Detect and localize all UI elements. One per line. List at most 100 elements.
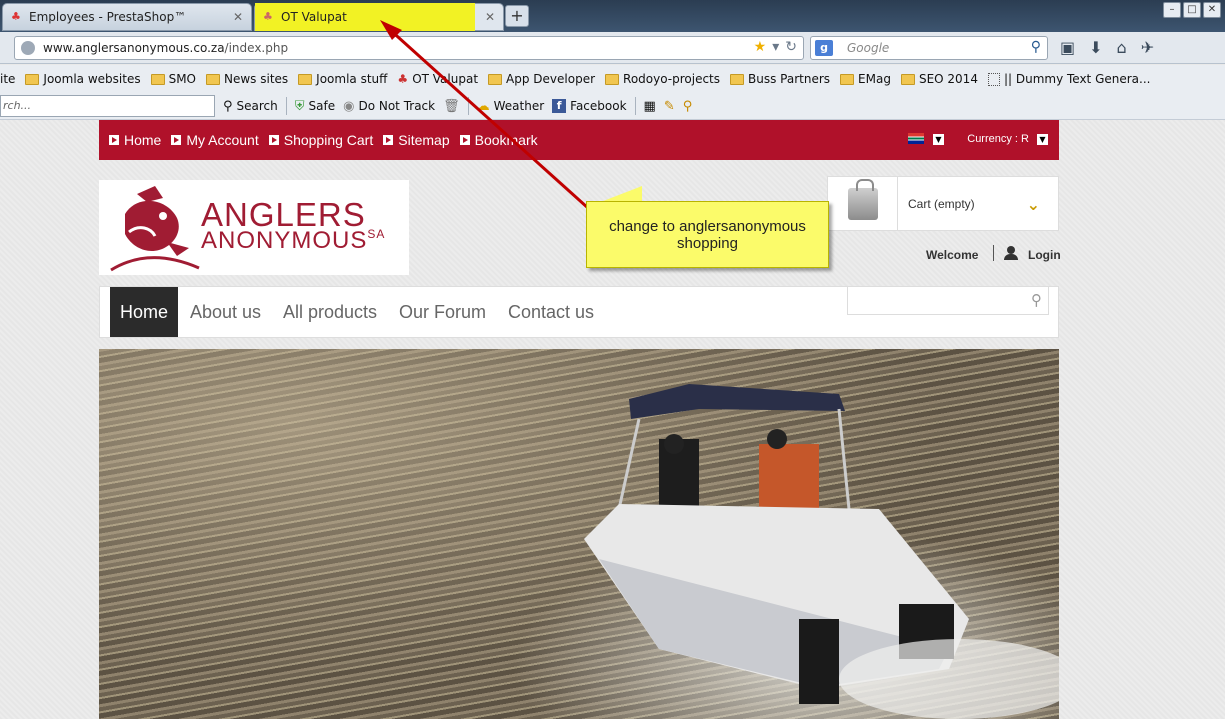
bookmark-folder[interactable]: Buss Partners <box>730 72 830 86</box>
reload-icon[interactable]: ↻ <box>785 39 797 55</box>
currency-selector[interactable]: Currency : R <box>967 133 1029 145</box>
toplink-my-account[interactable]: My Account <box>171 132 259 148</box>
toplink-sitemap[interactable]: Sitemap <box>383 132 450 148</box>
logo-text-line2: ANONYMOUSSA <box>201 227 385 255</box>
arrow-icon <box>109 135 119 145</box>
addon-facebook[interactable]: f Facebook <box>552 99 627 113</box>
addon-label: Safe <box>308 99 336 113</box>
bookmark-label: || Dummy Text Genera... <box>1003 72 1151 86</box>
addon-notes[interactable]: ✎ <box>664 99 675 114</box>
url-actions: ★ ▾ ↻ <box>754 39 797 55</box>
top-bar: Home My Account Shopping Cart Sitemap Bo… <box>99 120 1059 160</box>
nav-all-products[interactable]: All products <box>273 287 387 337</box>
tab-title: OT Valupat <box>281 10 347 24</box>
addon-trash[interactable]: 🗑 <box>443 99 460 114</box>
bookmark-item[interactable]: || Dummy Text Genera... <box>987 72 1151 86</box>
find-icon: ⚲ <box>682 98 693 114</box>
bookmarks-menu-icon[interactable]: ▣ <box>1060 38 1075 57</box>
browser-search-box[interactable]: g Google ⚲ <box>810 36 1048 60</box>
nav-our-forum[interactable]: Our Forum <box>389 287 496 337</box>
search-icon[interactable]: ⚲ <box>1031 39 1041 55</box>
arrow-icon <box>268 135 279 145</box>
addon-find[interactable]: ⚲ <box>683 99 693 114</box>
trash-icon: 🗑 <box>443 98 460 114</box>
minimize-button[interactable]: – <box>1163 2 1181 18</box>
bookmark-label: EMag <box>858 72 891 86</box>
bookmark-folder[interactable]: SEO 2014 <box>900 72 978 86</box>
arrow-icon <box>171 135 182 145</box>
addon-search-input[interactable]: rch... <box>0 95 215 117</box>
bookmark-label: Buss Partners <box>748 72 831 86</box>
close-window-button[interactable]: ✕ <box>1203 2 1221 18</box>
bookmark-item[interactable]: ite <box>0 72 15 86</box>
tab-employees[interactable]: ♣ Employees - PrestaShop™ ✕ <box>2 3 252 31</box>
maximize-button[interactable]: □ <box>1183 2 1201 18</box>
nav-home[interactable]: Home <box>110 287 179 337</box>
bookmark-folder[interactable]: EMag <box>840 72 891 86</box>
shopping-bag-icon <box>828 177 898 230</box>
bookmark-label: ite <box>0 72 16 86</box>
address-bar[interactable]: www.anglersanonymous.co.za/index.php ★ ▾… <box>14 36 804 60</box>
bookmark-folder[interactable]: Joomla stuff <box>298 72 387 86</box>
addon-calculator[interactable]: ▦ <box>644 99 656 114</box>
bookmark-folder[interactable]: SMO <box>150 72 196 86</box>
prestashop-icon: ♣ <box>11 10 21 23</box>
addon-do-not-track[interactable]: ◉ Do Not Track <box>343 99 435 114</box>
tab-strip: ♣ Employees - PrestaShop™ ✕ ♣ OT Valupat… <box>0 0 1225 32</box>
toplink-home[interactable]: Home <box>109 132 161 148</box>
downloads-icon[interactable]: ⬇ <box>1089 38 1102 57</box>
toplink-label: Sitemap <box>398 132 450 148</box>
close-tab-icon[interactable]: ✕ <box>233 10 243 24</box>
home-icon[interactable]: ⌂ <box>1117 38 1127 57</box>
cart-label: Cart (empty) <box>908 196 975 211</box>
bookmark-folder[interactable]: Rodoyo-projects <box>605 72 720 86</box>
hero-banner-image <box>99 349 1059 719</box>
search-icon: ⚲ <box>223 98 233 114</box>
navigation-toolbar: www.anglersanonymous.co.za/index.php ★ ▾… <box>0 32 1225 64</box>
currency-dropdown-icon[interactable]: ▼ <box>1037 134 1048 145</box>
bookmark-folder[interactable]: News sites <box>206 72 288 86</box>
bookmark-item[interactable]: ♣ OT Valupat <box>397 72 478 86</box>
prestashop-icon: ♣ <box>397 72 409 86</box>
bookmark-label: SEO 2014 <box>918 72 978 86</box>
chevron-down-icon[interactable]: ⌄ <box>1027 195 1040 214</box>
new-tab-button[interactable]: + <box>505 5 529 27</box>
boat-illustration <box>584 384 1059 719</box>
toplink-label: Home <box>124 132 162 148</box>
logo-suffix: SA <box>367 227 386 241</box>
bookmark-label: News sites <box>224 72 289 86</box>
toplink-label: My Account <box>186 132 259 148</box>
google-icon[interactable]: g <box>815 40 833 56</box>
login-link[interactable]: Login <box>1028 248 1061 262</box>
calculator-icon: ▦ <box>643 98 656 114</box>
cart-block[interactable]: Cart (empty) ⌄ <box>827 176 1059 231</box>
addon-icon[interactable]: ✈ <box>1141 38 1154 57</box>
tab-ot-valupat[interactable]: ♣ OT Valupat ✕ <box>254 3 504 31</box>
bookmark-folder[interactable]: App Developer <box>488 72 595 86</box>
toplink-bookmark[interactable]: Bookmark <box>459 132 538 148</box>
search-icon[interactable]: ⚲ <box>1031 291 1042 309</box>
nav-contact-us[interactable]: Contact us <box>498 287 604 337</box>
addon-search-button[interactable]: ⚲ Search <box>223 99 278 114</box>
addon-weather[interactable]: ☁ Weather <box>477 99 545 114</box>
site-identity-icon[interactable] <box>21 41 35 55</box>
addon-label: Do Not Track <box>358 99 436 113</box>
notepad-icon: ✎ <box>663 98 675 114</box>
site-search-input[interactable]: ⚲ <box>847 286 1049 315</box>
annotation-callout: change to anglersanonymous shopping <box>586 201 829 268</box>
bookmark-folder[interactable]: Joomla websites <box>25 72 141 86</box>
language-dropdown-icon[interactable]: ▼ <box>933 134 944 145</box>
nav-about-us[interactable]: About us <box>180 287 271 337</box>
bookmark-star-icon[interactable]: ★ <box>754 39 767 55</box>
language-flag-icon[interactable] <box>908 133 924 144</box>
bookmark-label: Joomla websites <box>43 72 141 86</box>
addon-safe[interactable]: ⛨ Safe <box>295 99 335 114</box>
fish-logo-icon <box>110 186 200 272</box>
history-dropdown-icon[interactable]: ▾ <box>772 39 779 55</box>
site-logo[interactable]: ANGLERS ANONYMOUSSA <box>99 180 409 275</box>
close-tab-icon[interactable]: ✕ <box>485 10 495 24</box>
arrow-icon <box>383 135 394 145</box>
tab-title: Employees - PrestaShop™ <box>29 10 187 24</box>
bookmark-label: SMO <box>168 72 196 86</box>
toplink-shopping-cart[interactable]: Shopping Cart <box>268 132 373 148</box>
